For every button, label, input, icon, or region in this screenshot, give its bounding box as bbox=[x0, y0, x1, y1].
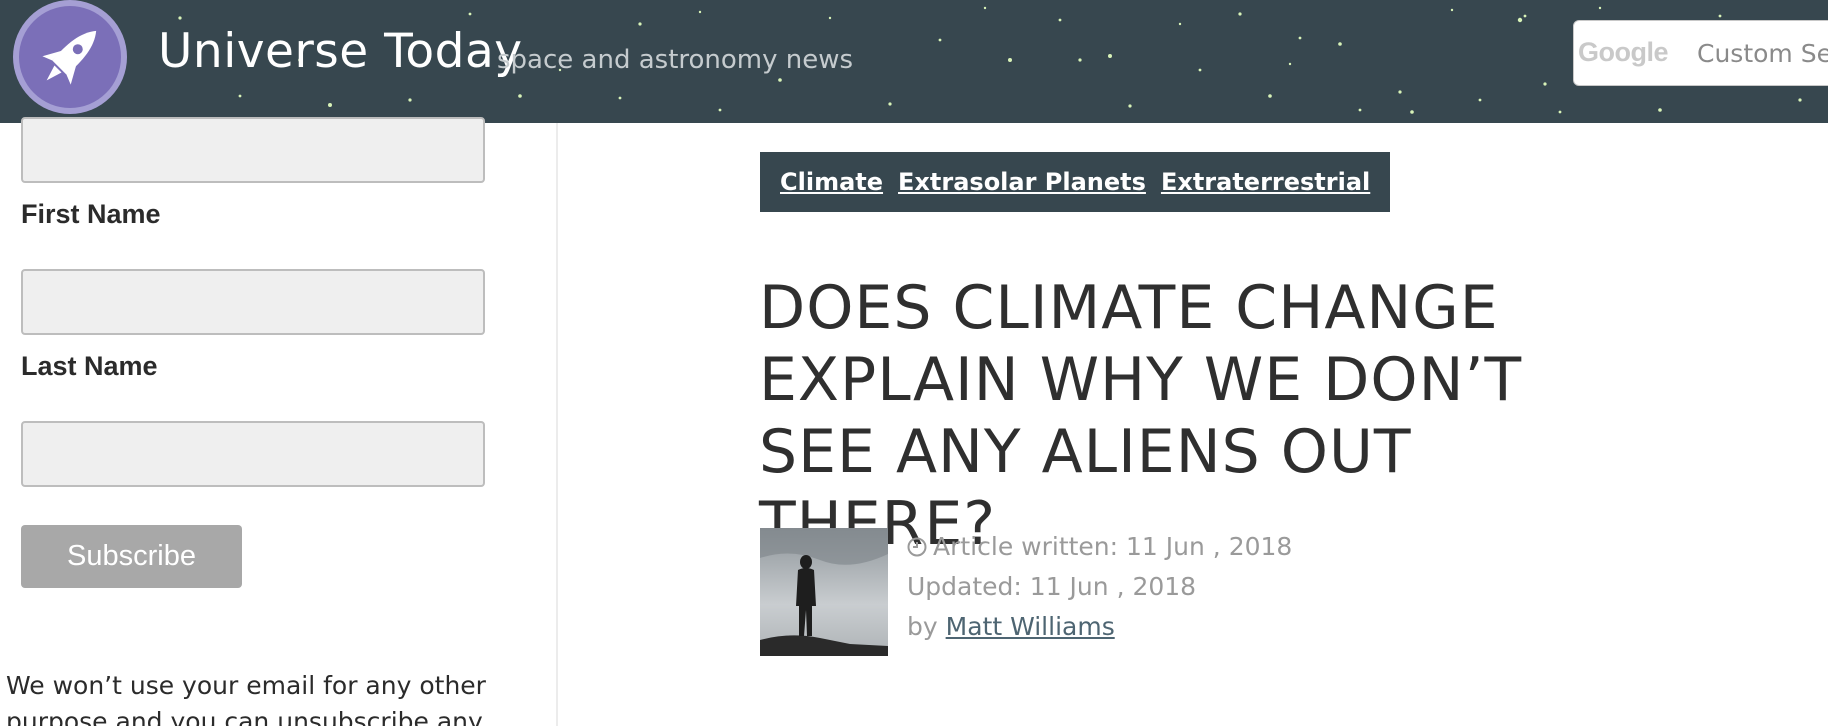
article-written: Article written: 11 Jun , 2018 bbox=[907, 532, 1292, 561]
privacy-notice: We won’t use your email for any other pu… bbox=[6, 671, 486, 726]
sidebar-divider bbox=[556, 123, 558, 726]
by-label: by bbox=[907, 612, 938, 641]
page: Universe Today space and astronomy news … bbox=[0, 0, 1828, 726]
site-title[interactable]: Universe Today bbox=[158, 24, 523, 79]
subscribe-button[interactable]: Subscribe bbox=[21, 525, 242, 588]
first-name-field[interactable] bbox=[21, 269, 485, 335]
article-byline: by Matt Williams bbox=[907, 612, 1115, 641]
tag-extrasolar-planets[interactable]: Extrasolar Planets bbox=[898, 168, 1146, 196]
updated-date: 11 Jun , 2018 bbox=[1029, 572, 1197, 601]
search-brand-logo: Google bbox=[1578, 37, 1669, 67]
last-name-field[interactable] bbox=[21, 421, 485, 487]
search-input[interactable]: Google Custom Sea bbox=[1573, 20, 1828, 86]
updated-label: Updated: bbox=[907, 572, 1022, 601]
author-avatar[interactable] bbox=[760, 528, 888, 656]
email-field[interactable] bbox=[21, 117, 485, 183]
category-tags: Climate Extrasolar Planets Extraterrestr… bbox=[760, 152, 1391, 212]
author-link[interactable]: Matt Williams bbox=[946, 612, 1115, 641]
tag-extraterrestrial[interactable]: Extraterrestrial bbox=[1161, 168, 1370, 196]
first-name-label: First Name bbox=[21, 199, 161, 229]
tag-climate[interactable]: Climate bbox=[780, 168, 883, 196]
written-date: 11 Jun , 2018 bbox=[1126, 532, 1293, 561]
article-title: DOES CLIMATE CHANGE EXPLAIN WHY WE DON’T… bbox=[759, 273, 1523, 559]
site-tagline: space and astronomy news bbox=[497, 45, 854, 75]
article-updated: Updated: 11 Jun , 2018 bbox=[907, 572, 1196, 601]
last-name-label: Last Name bbox=[21, 351, 158, 381]
rocket-icon[interactable] bbox=[10, 0, 130, 114]
clock-icon bbox=[907, 537, 927, 557]
search-placeholder: Custom Sea bbox=[1697, 39, 1828, 68]
written-label: Article written: bbox=[933, 532, 1119, 561]
site-header: Universe Today space and astronomy news … bbox=[0, 0, 1828, 123]
